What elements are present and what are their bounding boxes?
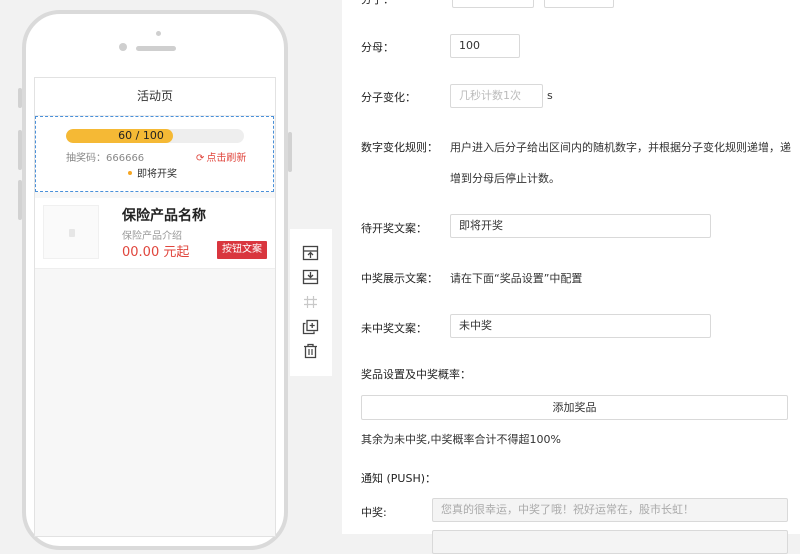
prize-note: 其余为未中奖,中奖概率合计不得超100%: [361, 433, 561, 446]
phone-power-button: [288, 132, 292, 172]
phone-volume-down-button: [18, 180, 22, 220]
copy-icon[interactable]: [302, 319, 319, 335]
status-label: 即将开奖: [137, 169, 177, 180]
push-label: 通知 (PUSH)：: [361, 472, 437, 485]
prize-settings-label: 奖品设置及中奖概率：: [361, 368, 471, 381]
move-up-icon[interactable]: [302, 245, 319, 261]
lottery-status: 即将开奖: [128, 165, 177, 180]
denominator-label: 分母：: [361, 41, 394, 54]
add-prize-button[interactable]: 添加奖品: [361, 395, 788, 420]
win-display-text: 请在下面“奖品设置”中配置: [450, 272, 583, 285]
phone-camera: [119, 43, 127, 51]
top-row-label-fragment: 分子：: [361, 0, 394, 7]
refresh-link[interactable]: ⟳ 点击刷新: [196, 149, 246, 164]
page-title: 活动页: [35, 78, 275, 116]
pending-text-input[interactable]: 即将开奖: [450, 214, 711, 238]
trash-icon[interactable]: [302, 343, 319, 359]
win-push-input[interactable]: 您真的很幸运，中奖了哦！祝好运常在，股市长虹！: [432, 498, 788, 522]
win-display-label: 中奖展示文案：: [361, 272, 438, 285]
refresh-icon: ⟳: [196, 153, 205, 164]
product-price: 00.00 元起: [122, 245, 190, 260]
lottery-code: 抽奖码：666666: [66, 153, 145, 164]
lose-text-label: 未中奖文案：: [361, 322, 427, 335]
numerator-change-input[interactable]: 几秒计数1次: [450, 84, 543, 108]
product-cta-button[interactable]: 按钮文案: [217, 241, 267, 259]
win-push-label: 中奖:: [361, 506, 387, 519]
numerator-max-input[interactable]: [544, 0, 614, 8]
product-description: 保险产品介绍: [122, 231, 182, 242]
rule-label: 数字变化规则：: [361, 141, 438, 154]
numerator-change-unit: s: [547, 89, 553, 102]
rule-text-line1: 用户进入后分子给出区间内的随机数字，并根据分子变化规则递增，递: [450, 141, 791, 154]
pending-text-label: 待开奖文案：: [361, 222, 427, 235]
progress-text: 60 / 100: [118, 129, 164, 142]
grid-icon[interactable]: [302, 294, 319, 310]
move-down-icon[interactable]: [302, 269, 319, 285]
component-toolbar: [290, 229, 332, 376]
numerator-min-input[interactable]: [452, 0, 534, 8]
product-image-placeholder: [43, 205, 99, 259]
phone-speaker: [136, 46, 176, 51]
phone-volume-up-button: [18, 130, 22, 170]
product-name: 保险产品名称: [122, 208, 206, 224]
phone-sensor: [156, 31, 161, 36]
lose-text-input[interactable]: 未中奖: [450, 314, 711, 338]
denominator-input[interactable]: 100: [450, 34, 520, 58]
phone-mute-button: [18, 88, 22, 108]
numerator-change-label: 分子变化：: [361, 91, 416, 104]
rule-text-line2: 增到分母后停止计数。: [450, 172, 560, 185]
status-dot-icon: [128, 171, 132, 175]
config-panel: [342, 0, 800, 534]
refresh-label: 点击刷新: [206, 153, 247, 164]
